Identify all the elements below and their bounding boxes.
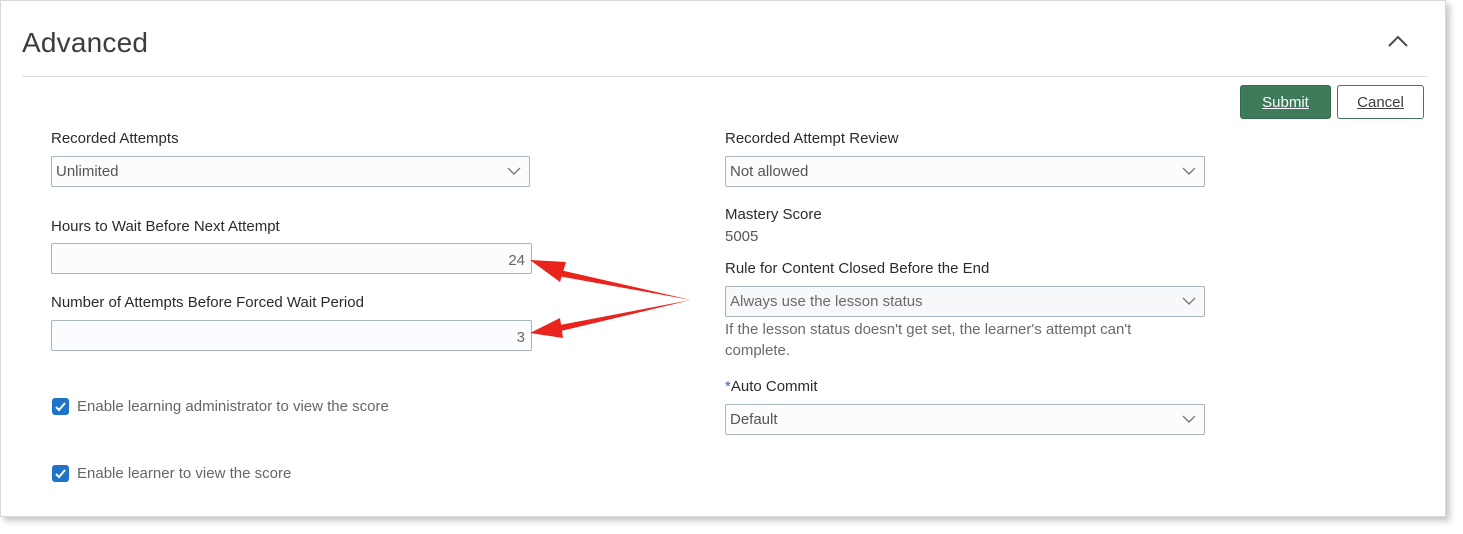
recorded-attempts-value: Unlimited — [56, 163, 119, 180]
advanced-panel: Advanced Submit Cancel Recorded Attempts… — [0, 0, 1446, 517]
attempts-before-wait-input[interactable]: 3 — [51, 320, 532, 351]
mastery-score-label: Mastery Score — [725, 206, 822, 223]
admin-view-score-checkbox[interactable] — [52, 397, 69, 415]
attempt-review-value: Not allowed — [730, 163, 809, 180]
attempts-before-wait-value: 3 — [516, 329, 525, 346]
auto-commit-value: Default — [730, 411, 778, 428]
admin-view-score-label: Enable learning administrator to view th… — [77, 397, 389, 415]
learner-view-score-label: Enable learner to view the score — [77, 464, 292, 482]
checkmark-icon — [55, 401, 66, 411]
chevron-down-icon — [1182, 297, 1196, 305]
attempts-before-wait-label: Number of Attempts Before Forced Wait Pe… — [51, 294, 364, 311]
chevron-down-icon — [507, 167, 521, 175]
rule-closed-select[interactable]: Always use the lesson status — [725, 286, 1205, 317]
hours-to-wait-value: 24 — [508, 252, 525, 269]
section-divider — [22, 76, 1427, 77]
auto-commit-select[interactable]: Default — [725, 404, 1205, 435]
hours-to-wait-label: Hours to Wait Before Next Attempt — [51, 218, 280, 235]
attempt-review-label: Recorded Attempt Review — [725, 130, 899, 147]
mastery-score-value: 5005 — [725, 228, 759, 245]
chevron-up-icon — [1388, 35, 1408, 47]
rule-closed-value: Always use the lesson status — [730, 293, 923, 310]
cancel-button[interactable]: Cancel — [1337, 85, 1424, 119]
chevron-down-icon — [1182, 167, 1196, 175]
collapse-button[interactable] — [1384, 30, 1412, 52]
hours-to-wait-input[interactable]: 24 — [51, 243, 532, 274]
chevron-down-icon — [1182, 415, 1196, 423]
auto-commit-label: *Auto Commit — [725, 378, 818, 395]
checkmark-icon — [55, 468, 66, 478]
auto-commit-label-text: Auto Commit — [730, 378, 818, 395]
submit-button[interactable]: Submit — [1240, 85, 1331, 119]
recorded-attempts-label: Recorded Attempts — [51, 130, 179, 147]
attempt-review-select[interactable]: Not allowed — [725, 156, 1205, 187]
rule-closed-help-text: If the lesson status doesn't get set, th… — [725, 321, 1132, 359]
admin-view-score-option[interactable]: Enable learning administrator to view th… — [52, 396, 389, 416]
learner-view-score-checkbox[interactable] — [52, 464, 69, 482]
recorded-attempts-select[interactable]: Unlimited — [51, 156, 530, 187]
rule-closed-label: Rule for Content Closed Before the End — [725, 260, 990, 277]
learner-view-score-option[interactable]: Enable learner to view the score — [52, 463, 291, 483]
section-title: Advanced — [22, 27, 149, 58]
